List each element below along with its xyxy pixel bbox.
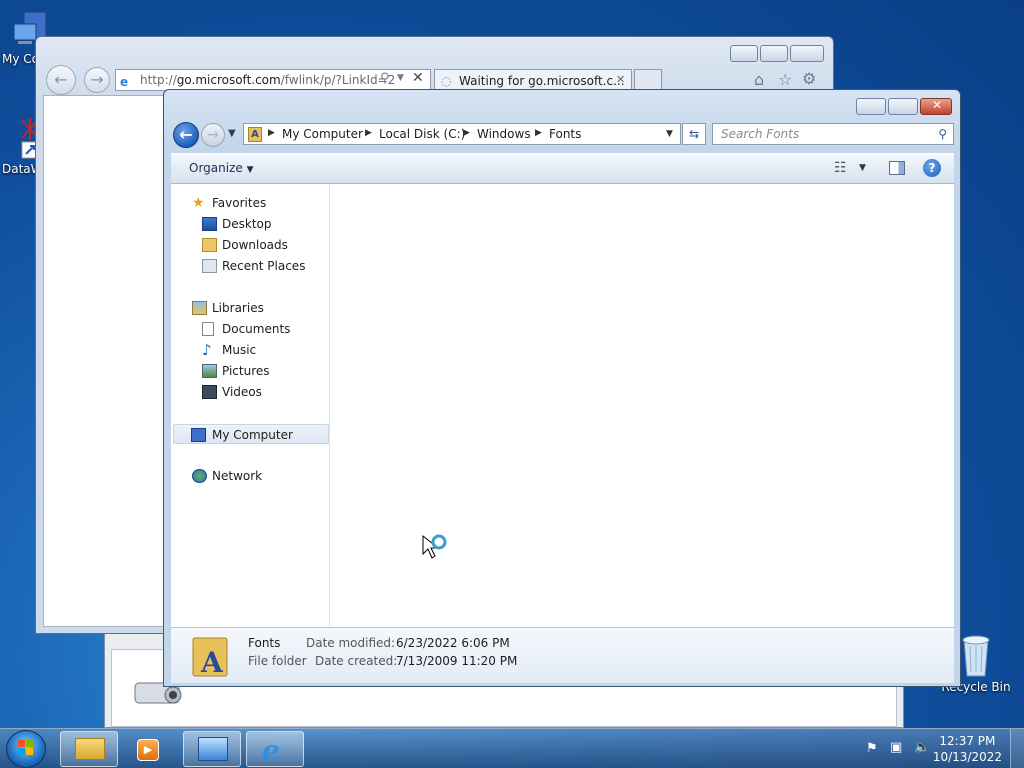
breadcrumb-separator-icon[interactable]: ▶ [365,128,372,138]
home-icon[interactable]: ⌂ [754,70,764,89]
nav-my-computer[interactable]: My Computer [173,424,329,444]
show-desktop-button[interactable] [1010,729,1024,768]
breadcrumb-separator-icon[interactable]: ▶ [535,128,542,138]
details-item-name: Fonts [248,636,281,650]
details-date-created-label: Date created: [315,654,398,668]
my-computer-icon [191,428,206,442]
action-center-icon[interactable]: ⚑ [866,741,878,756]
control-panel-icon [198,737,228,761]
details-item-type: File folder [248,654,307,668]
taskbar: ▶ e ⚑ ▣ 🔈 12:37 PM 10/13/2022 [0,728,1024,768]
recent-pages-dropdown-icon[interactable]: ▼ [228,128,236,139]
music-note-icon: ♪ [202,341,212,359]
system-clock[interactable]: 12:37 PM 10/13/2022 [933,733,1002,765]
organize-menu-button[interactable]: Organize ▼ [189,161,254,175]
ie-forward-button[interactable]: → [84,67,110,93]
taskbar-media-player-button[interactable]: ▶ [124,731,178,767]
ie-tab-close-icon[interactable]: ✕ [616,73,625,86]
volume-icon[interactable]: 🔈 [914,740,930,755]
chevron-down-icon: ▼ [246,165,254,175]
tools-gear-icon[interactable]: ⚙ [802,69,816,88]
fonts-folder-icon: A [191,634,231,681]
recent-places-icon [202,259,217,273]
ie-page-icon: e [120,75,129,89]
network-status-icon[interactable]: ▣ [890,740,902,755]
svg-text:A: A [200,646,224,678]
ie-back-button[interactable]: ← [46,65,76,95]
downloads-folder-icon [202,238,217,252]
address-dropdown-icon[interactable]: ▼ [666,129,673,139]
ie-dropdown-icon[interactable]: ▼ [397,73,404,83]
breadcrumb-windows[interactable]: Windows [477,127,531,141]
explorer-search-input[interactable]: Search Fonts ⚲ [712,123,954,145]
breadcrumb-separator-icon[interactable]: ▶ [268,128,275,138]
details-pane: A Fonts File folder Date modified: 6/23/… [171,627,954,683]
windows-logo-icon [18,740,33,755]
breadcrumb-my-computer[interactable]: My Computer [282,127,363,141]
explorer-forward-button[interactable]: → [201,123,225,147]
breadcrumb-fonts[interactable]: Fonts [549,127,581,141]
change-view-icon[interactable]: ☷ [834,160,847,176]
breadcrumb-local-disk[interactable]: Local Disk (C:) [379,127,465,141]
explorer-back-button[interactable]: ← [173,122,199,148]
internet-explorer-icon: e [262,734,280,767]
clock-date: 10/13/2022 [932,750,1002,764]
view-options-dropdown-icon[interactable]: ▼ [859,163,866,173]
ie-address-prefix: http:// [140,73,177,87]
explorer-minimize-button[interactable] [856,98,886,115]
videos-film-icon [202,385,217,399]
star-icon: ★ [192,195,205,211]
ie-address-suffix: /fwlink/p/?LinkId=2 [280,73,396,87]
ie-page-content [43,95,173,627]
explorer-close-button[interactable]: ✕ [920,98,952,115]
taskbar-control-panel-button[interactable] [183,731,241,767]
explorer-window[interactable]: ✕ ← → ▼ A ▶ My Computer ▶ Local Disk (C:… [163,89,961,687]
preview-pane-icon[interactable] [889,161,905,175]
details-date-modified: 6/23/2022 6:06 PM [396,636,510,650]
taskbar-explorer-button[interactable] [60,731,118,767]
ie-search-icon[interactable]: ⚲ [380,71,390,86]
network-icon [192,469,207,483]
recycle-bin-icon [956,630,996,678]
details-date-modified-label: Date modified: [306,636,396,650]
ie-close-button[interactable] [790,45,824,62]
ie-stop-icon[interactable]: ✕ [412,70,424,86]
search-placeholder: Search Fonts [721,127,800,141]
busy-cursor-icon [421,534,449,565]
ie-maximize-button[interactable] [760,45,788,62]
ie-minimize-button[interactable] [730,45,758,62]
help-icon[interactable]: ? [923,159,941,177]
refresh-button[interactable]: ⇆ [682,123,706,145]
command-bar: Organize ▼ ☷ ▼ ? [171,153,954,184]
explorer-body: ★ Favorites Desktop Downloads Recent Pla… [171,184,954,627]
breadcrumb-separator-icon[interactable]: ▶ [463,128,470,138]
start-button[interactable] [6,730,46,768]
close-icon: ✕ [932,98,943,112]
search-icon[interactable]: ⚲ [938,124,947,144]
navigation-pane[interactable]: ★ Favorites Desktop Downloads Recent Pla… [171,184,330,627]
taskbar-ie-button[interactable]: e [246,731,304,767]
libraries-icon [192,301,207,315]
documents-icon [202,322,214,336]
clock-time: 12:37 PM [939,734,996,748]
media-player-icon: ▶ [137,739,159,761]
pictures-icon [202,364,217,378]
ie-tab-label: Waiting for go.microsoft.c... [459,74,625,88]
desktop-icon [202,217,217,231]
explorer-maximize-button[interactable] [888,98,918,115]
folder-icon [75,738,105,760]
fonts-folder-small-icon: A [248,127,262,142]
favorites-star-icon[interactable]: ☆ [778,70,792,89]
organize-label: Organize [189,161,243,175]
explorer-address-bar[interactable]: A ▶ My Computer ▶ Local Disk (C:) ▶ Wind… [243,123,681,145]
ie-address-host: go.microsoft.com [176,73,281,87]
details-date-created: 7/13/2009 11:20 PM [396,654,518,668]
